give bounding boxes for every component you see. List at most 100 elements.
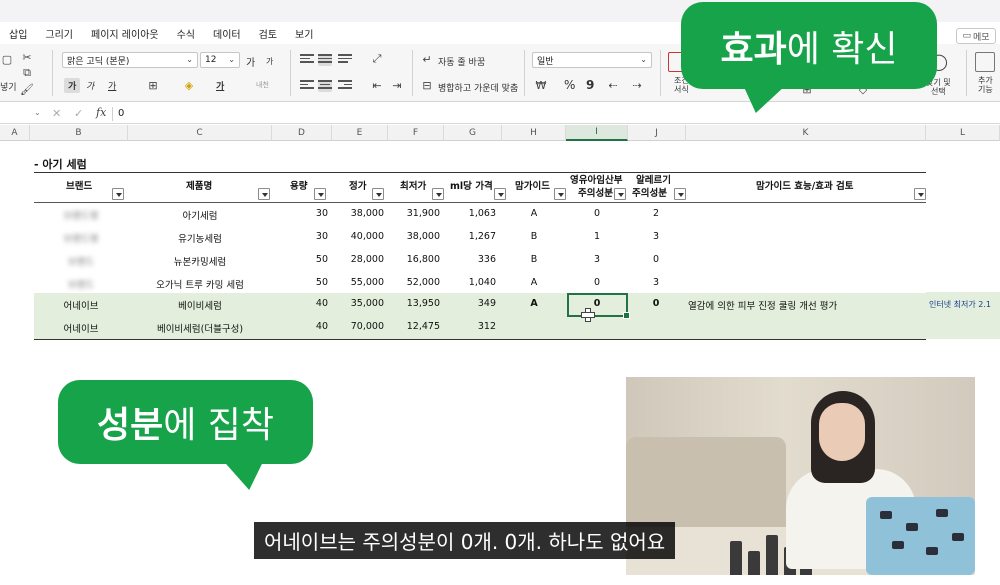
menu-item[interactable]: 검토	[250, 26, 286, 41]
cell-lowest[interactable]: 12,475	[384, 321, 440, 332]
align-right-icon[interactable]	[338, 80, 352, 92]
cell-caution[interactable]: 0	[566, 277, 628, 288]
align-middle-icon[interactable]	[318, 54, 332, 66]
cell-product[interactable]: 뉴본카밍세럼	[128, 254, 272, 268]
filter-dropdown-icon[interactable]	[314, 188, 326, 200]
align-center-icon[interactable]	[318, 80, 332, 92]
cell-volume[interactable]: 40	[272, 321, 328, 332]
filter-dropdown-icon[interactable]	[112, 188, 124, 200]
filter-dropdown-icon[interactable]	[674, 188, 686, 200]
cell-volume[interactable]: 30	[272, 208, 328, 219]
align-left-icon[interactable]	[300, 80, 314, 92]
indent-increase-icon[interactable]: ⇥	[390, 78, 404, 92]
font-name-select[interactable]: 맑은 고딕 (본문) ⌄	[62, 52, 198, 68]
menu-item[interactable]: 데이터	[204, 26, 250, 41]
cell-volume[interactable]: 30	[272, 231, 328, 242]
chevron-down-icon[interactable]: ⌄	[34, 108, 41, 117]
cell-per-ml[interactable]: 349	[440, 298, 496, 309]
cell-volume[interactable]: 50	[272, 277, 328, 288]
cell-grade[interactable]: A	[502, 277, 566, 288]
cell-brand[interactable]: 어네이브	[34, 298, 128, 312]
cell-product[interactable]: 베이비세럼	[128, 298, 272, 312]
merge-icon[interactable]: ⊟	[420, 78, 434, 92]
cell-brand[interactable]: 브랜드	[34, 277, 128, 291]
column-header-i[interactable]: I	[566, 125, 628, 141]
border-icon[interactable]: ⊞	[146, 78, 160, 92]
cell-allergy[interactable]: 2	[628, 208, 684, 219]
cell-grade[interactable]: A	[502, 208, 566, 219]
column-header-k[interactable]: K	[686, 125, 926, 141]
column-header-c[interactable]: C	[128, 125, 272, 141]
cell-brand[interactable]: 어네이브	[34, 321, 128, 335]
column-header-h[interactable]: H	[502, 125, 566, 141]
menu-item[interactable]: 보기	[286, 26, 322, 41]
cell-per-ml[interactable]: 1,063	[440, 208, 496, 219]
decrease-decimal-icon[interactable]: ⇢	[630, 78, 644, 92]
cell-grade[interactable]: B	[502, 231, 566, 242]
font-color-button[interactable]: 가	[216, 79, 224, 92]
cell-grade[interactable]: B	[502, 254, 566, 265]
cell-price[interactable]: 38,000	[328, 208, 384, 219]
memo-button[interactable]: ▭ 메모	[956, 28, 996, 44]
cell-volume[interactable]: 50	[272, 254, 328, 265]
paste-icon[interactable]: ▢	[0, 52, 14, 66]
cell-product[interactable]: 오가닉 트루 카밍 세럼	[128, 277, 272, 291]
filter-dropdown-icon[interactable]	[372, 188, 384, 200]
grow-font-button[interactable]: 가	[246, 54, 255, 69]
underline-button[interactable]: 가	[108, 79, 116, 92]
indent-decrease-icon[interactable]: ⇤	[370, 78, 384, 92]
formula-input[interactable]: 0	[118, 108, 124, 119]
increase-decimal-icon[interactable]: ⇠	[606, 78, 620, 92]
column-header-l[interactable]: L	[926, 125, 1000, 141]
cell-volume[interactable]: 40	[272, 298, 328, 309]
cell-caution[interactable]: 0	[566, 208, 628, 219]
cell-grade[interactable]: A	[502, 298, 566, 309]
cell-product[interactable]: 아기세럼	[128, 208, 272, 222]
cell-lowest[interactable]: 16,800	[384, 254, 440, 265]
cell-allergy[interactable]: 3	[628, 231, 684, 242]
paste-label[interactable]: 넣기	[0, 80, 17, 93]
cell-price[interactable]: 35,000	[328, 298, 384, 309]
shrink-font-button[interactable]: 가	[266, 56, 273, 67]
cell-lowest[interactable]: 52,000	[384, 277, 440, 288]
align-bottom-icon[interactable]	[338, 54, 352, 66]
italic-button[interactable]: 가	[86, 79, 94, 92]
cell-product[interactable]: 유기농세럼	[128, 231, 272, 245]
percent-button[interactable]: %	[564, 78, 575, 92]
cell-per-ml[interactable]: 1,040	[440, 277, 496, 288]
filter-dropdown-icon[interactable]	[614, 188, 626, 200]
cell-lowest[interactable]: 13,950	[384, 298, 440, 309]
merge-center-button[interactable]: 병합하고 가운데 맞춤	[438, 81, 518, 94]
cell-lowest[interactable]: 38,000	[384, 231, 440, 242]
fill-color-icon[interactable]: ◈	[182, 78, 196, 92]
wrap-text-button[interactable]: 자동 줄 바꿈	[438, 55, 485, 68]
cell-product[interactable]: 베이비세럼(더블구성)	[128, 321, 272, 335]
cell-price[interactable]: 28,000	[328, 254, 384, 265]
cell-brand[interactable]: 브랜드명	[34, 208, 128, 222]
number-format-select[interactable]: 일반 ⌄	[532, 52, 652, 68]
column-header-f[interactable]: F	[388, 125, 444, 141]
column-header-d[interactable]: D	[272, 125, 332, 141]
addins-icon[interactable]	[975, 52, 995, 72]
currency-icon[interactable]: ₩	[534, 78, 548, 92]
format-painter-icon[interactable]: 🖌	[20, 82, 34, 96]
menu-item[interactable]: 삽입	[0, 26, 36, 41]
column-header-b[interactable]: B	[30, 125, 128, 141]
filter-dropdown-icon[interactable]	[914, 188, 926, 200]
addins-label[interactable]: 추가 기능	[978, 76, 993, 94]
bold-button[interactable]: 가	[64, 78, 81, 93]
cell-per-ml[interactable]: 1,267	[440, 231, 496, 242]
align-top-icon[interactable]	[300, 54, 314, 66]
column-header-j[interactable]: J	[628, 125, 686, 141]
filter-dropdown-icon[interactable]	[494, 188, 506, 200]
cell-caution[interactable]: 3	[566, 254, 628, 265]
filter-dropdown-icon[interactable]	[258, 188, 270, 200]
cancel-icon[interactable]: ✕	[52, 107, 61, 120]
cell-allergy[interactable]: 3	[628, 277, 684, 288]
cell-brand[interactable]: 브랜드명	[34, 231, 128, 245]
comma-button[interactable]: 9	[586, 78, 594, 92]
cell-per-ml[interactable]: 336	[440, 254, 496, 265]
copy-icon[interactable]: ⧉	[20, 66, 34, 80]
orientation-icon[interactable]: ⤢	[370, 52, 384, 66]
column-header-g[interactable]: G	[444, 125, 502, 141]
